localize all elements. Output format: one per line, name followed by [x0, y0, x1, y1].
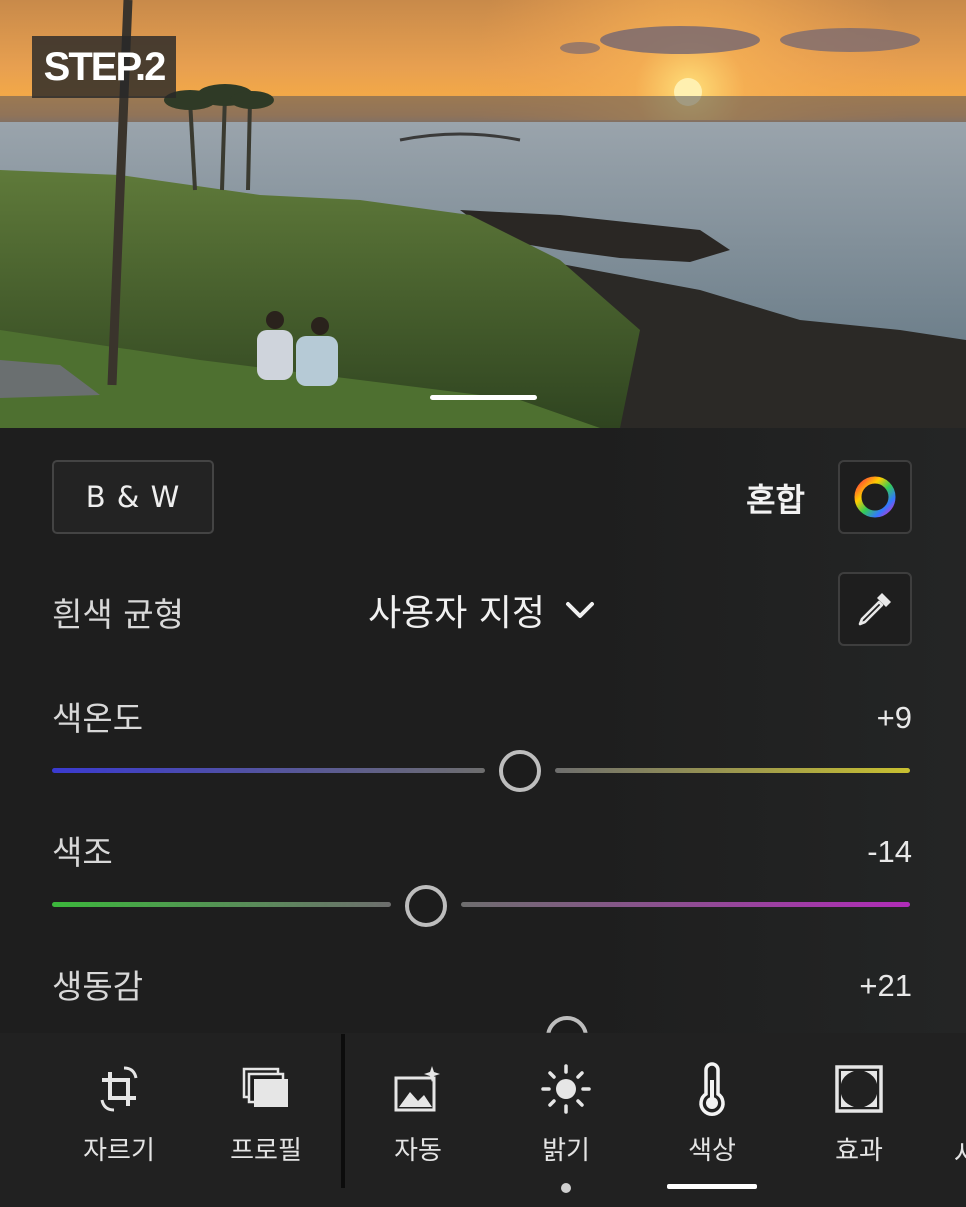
tint-track-left[interactable]: [52, 902, 392, 907]
tint-track-right[interactable]: [461, 902, 910, 907]
tool-color-label: 색상: [688, 1136, 736, 1166]
panel-grab-handle[interactable]: [430, 395, 537, 400]
toolbar-divider: [341, 1034, 345, 1188]
tint-label: 색조: [52, 833, 113, 872]
eyedropper-icon: [858, 593, 891, 626]
tool-light-indicator-dot: [561, 1183, 571, 1193]
step-badge: STEP.2: [32, 36, 176, 98]
tool-light[interactable]: 밝기: [506, 1060, 626, 1167]
tool-partial-label[interactable]: 사: [954, 1134, 966, 1171]
tool-effects[interactable]: 효과: [799, 1060, 919, 1167]
chevron-down-icon: [566, 602, 595, 618]
crop-rotate-icon: [100, 1066, 138, 1112]
photo-preview: STEP.2: [0, 0, 966, 428]
temperature-track-left[interactable]: [52, 768, 486, 773]
color-mix-button[interactable]: [838, 460, 912, 534]
eyedropper-button[interactable]: [838, 572, 912, 646]
temperature-value: +9: [876, 700, 912, 735]
tool-light-label: 밝기: [542, 1136, 590, 1166]
tint-slider-thumb[interactable]: [405, 885, 448, 927]
tool-profile[interactable]: 프로필: [206, 1060, 326, 1167]
thermometer-icon: [699, 1062, 725, 1116]
vignette-icon: [835, 1065, 883, 1113]
white-balance-select[interactable]: 사용자 지정: [368, 584, 595, 636]
profile-icon: [242, 1067, 288, 1107]
white-balance-value: 사용자 지정: [368, 593, 546, 634]
bw-button[interactable]: B & W: [52, 460, 214, 534]
color-wheel-icon: [854, 476, 896, 518]
tool-auto-label: 자동: [394, 1136, 442, 1166]
vibrance-value: +21: [859, 968, 912, 1003]
tool-crop-label: 자르기: [83, 1136, 155, 1166]
temperature-track-right[interactable]: [555, 768, 910, 773]
tint-value: -14: [867, 834, 912, 869]
tool-profile-label: 프로필: [230, 1136, 302, 1166]
mix-label: 혼합: [746, 481, 805, 519]
tool-crop[interactable]: 자르기: [59, 1060, 179, 1167]
auto-enhance-icon: [394, 1066, 440, 1112]
tool-effects-label: 효과: [835, 1136, 883, 1166]
vibrance-label: 생동감: [52, 967, 144, 1006]
sun-icon: [541, 1064, 591, 1114]
tool-color[interactable]: 색상: [652, 1060, 772, 1167]
active-tool-underline: [667, 1184, 757, 1189]
tool-auto[interactable]: 자동: [358, 1060, 478, 1167]
white-balance-label: 흰색 균형: [52, 595, 184, 634]
temperature-label: 색온도: [52, 699, 144, 738]
